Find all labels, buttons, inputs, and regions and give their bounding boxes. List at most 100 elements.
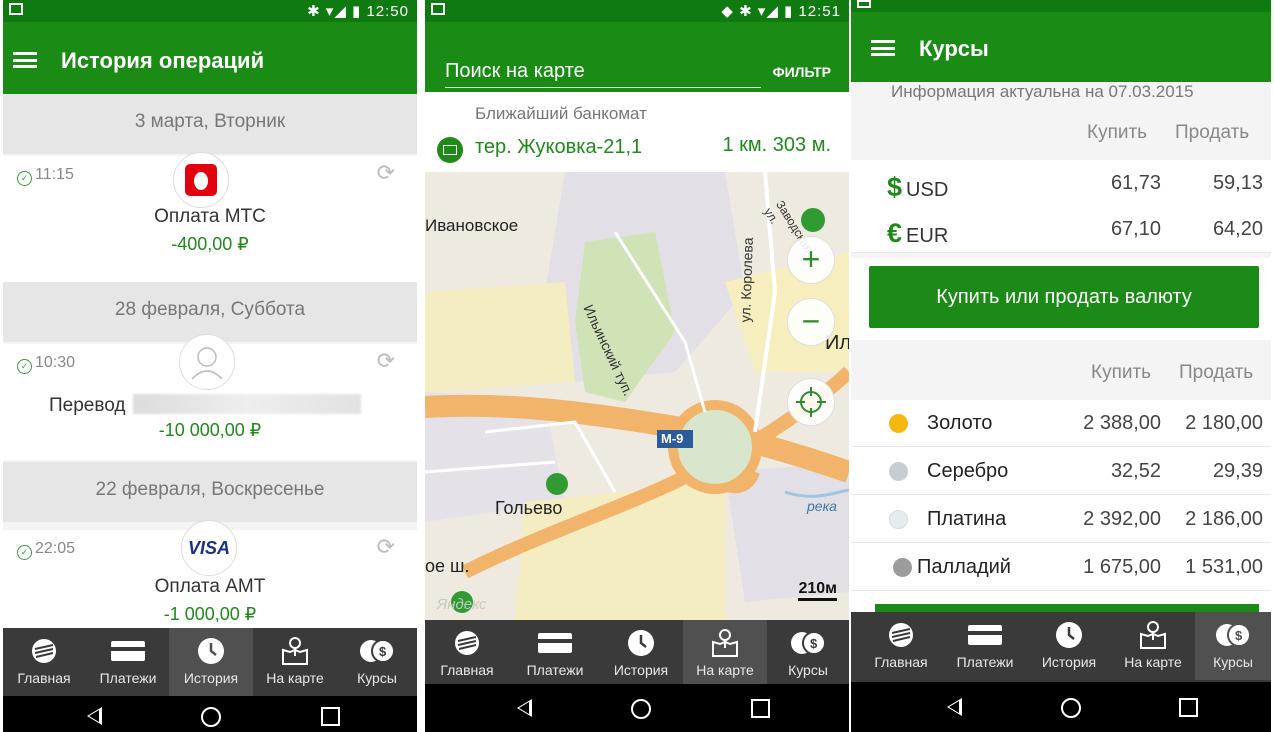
operation-card[interactable]: ✓ 11:15 ⟳ Оплата МТС -400,00 ₽ [3,152,417,282]
nearest-atm-panel[interactable]: Ближайший банкомат тер. Жуковка-21,1 1 к… [425,92,849,172]
sell-column-header: Продать [1179,362,1254,383]
buy-rate: 61,73 [1110,172,1161,194]
map-label-ivanovskoe: Ивановское [425,216,519,235]
map-view[interactable]: Ивановское Гольево Ильинский туп. ул. Ко… [425,171,849,622]
back-icon[interactable] [517,699,532,717]
repeat-icon[interactable]: ⟳ [377,348,395,374]
nav-payments[interactable]: Платежи [87,628,169,696]
metal-name: Палладий [917,556,1011,578]
sell-rate: 2 180,00 [1185,412,1263,434]
zoom-in-button[interactable]: + [787,236,835,284]
sberbank-logo-icon [32,639,56,663]
map-pin-icon [712,629,738,657]
redacted-recipient [133,394,362,414]
date-header: 28 февраля, Суббота [3,282,417,342]
sell-rate: 64,20 [1212,218,1263,240]
currency-exchange-icon: $ [1216,623,1251,647]
nav-payments[interactable]: Платежи [943,612,1027,680]
rates-info-date: Информация актуальна на 07.03.2015 [891,82,1194,101]
nav-history[interactable]: История [169,628,253,696]
sell-rate: 59,13 [1212,172,1263,194]
clock-icon [198,638,224,664]
buy-rate: 32,52 [1110,460,1161,482]
home-icon[interactable] [631,699,651,719]
history-screen: ✱ ▾◢ ▮ 12:50 История операций 3 марта, В… [3,0,417,732]
app-bar: История операций [3,22,417,96]
buy-rate: 2 392,00 [1083,508,1161,530]
nav-rates[interactable]: $ Курсы [1195,612,1271,680]
sberbank-logo-icon [889,623,913,647]
system-nav-bar [3,696,417,732]
operation-amount: -10 000,00 ₽ [158,420,262,440]
metal-row-gold[interactable]: Золото 2 388,00 2 180,00 [851,400,1271,447]
buy-sell-currency-button[interactable]: Купить или продать валюту [869,266,1259,328]
filter-button[interactable]: ФИЛЬТР [773,64,831,80]
operation-time: ✓ 10:30 [17,354,75,374]
bottom-navigation: Главная Платежи История На карте $ Курсы [425,620,849,688]
status-time: 12:51 [798,3,841,20]
back-icon[interactable] [947,698,962,716]
zoom-out-button[interactable]: − [787,298,835,346]
person-avatar-icon [179,334,235,390]
repeat-icon[interactable]: ⟳ [377,160,395,186]
check-icon: ✓ [17,359,32,374]
metal-row-platinum[interactable]: Платина 2 392,00 2 186,00 [851,496,1271,543]
nav-home[interactable]: Главная [425,620,509,688]
status-icons: ✱ ▾◢ ▮ 12:50 [307,3,409,20]
recent-apps-icon[interactable] [321,707,340,726]
clock-icon [1056,622,1082,648]
nav-map[interactable]: На карте [1111,612,1195,680]
metal-name: Серебро [927,460,1009,482]
nav-payments[interactable]: Платежи [513,620,597,688]
nav-history[interactable]: История [599,620,683,688]
operation-title: Перевод [49,394,362,417]
map-label-golevo: Гольево [495,498,563,518]
sell-rate: 1 531,00 [1185,556,1263,578]
nav-map[interactable]: На карте [253,628,337,696]
sell-column-header: Продать [1175,122,1250,143]
svg-text:$: $ [379,644,387,659]
map-search-input[interactable]: Поиск на карте [445,60,761,88]
repeat-icon[interactable]: ⟳ [377,534,395,560]
nav-home[interactable]: Главная [3,628,85,696]
currency-exchange-icon: $ [360,639,395,663]
nav-home[interactable]: Главная [859,612,943,680]
dollar-icon: $ [887,172,903,202]
metal-row-silver[interactable]: Серебро 32,52 29,39 [851,448,1271,495]
visa-logo-icon: VISA [181,520,237,576]
locate-me-button[interactable] [787,378,835,426]
back-icon[interactable] [87,707,102,725]
nav-rates[interactable]: $ Курсы [337,628,417,696]
metal-name: Золото [927,412,993,434]
status-bar [851,0,1271,12]
hamburger-menu-icon[interactable] [871,40,895,56]
map-label-river: река [807,498,837,514]
nav-history[interactable]: История [1027,612,1111,680]
page-title: Курсы [919,36,989,61]
euro-icon: € [887,218,903,248]
image-notification-icon [857,0,871,8]
nav-map[interactable]: На карте [683,620,767,688]
buy-rate: 2 388,00 [1083,412,1161,434]
currency-row-eur[interactable]: € EUR 67,10 64,20 [851,206,1271,253]
payment-card-icon [968,625,1002,645]
hamburger-menu-icon[interactable] [13,52,37,68]
home-icon[interactable] [201,707,221,727]
app-bar: Поиск на карте ФИЛЬТР [425,22,849,92]
buy-column-header: Купить [1087,122,1148,143]
home-icon[interactable] [1061,698,1081,718]
recent-apps-icon[interactable] [751,699,770,718]
system-nav-bar [425,684,849,732]
currency-code: $ USD [887,172,949,202]
recent-apps-icon[interactable] [1179,698,1198,717]
currency-exchange-icon: $ [791,631,826,655]
status-icons: ◆ ✱ ▾◢ ▮ 12:51 [721,3,841,20]
operation-card[interactable]: ✓ 22:05 VISA ⟳ Оплата АМТ -1 000,00 ₽ [3,520,417,630]
currency-row-usd[interactable]: $ USD 61,73 59,13 [851,160,1271,207]
operation-card[interactable]: ✓ 10:30 ⟳ Перевод -10 000,00 ₽ [3,334,417,460]
nav-rates[interactable]: $ Курсы [767,620,849,688]
status-bar: ◆ ✱ ▾◢ ▮ 12:51 [425,0,849,22]
check-icon: ✓ [17,545,32,560]
check-icon: ✓ [17,171,32,186]
metal-row-palladium[interactable]: Палладий 1 675,00 1 531,00 [851,544,1271,591]
